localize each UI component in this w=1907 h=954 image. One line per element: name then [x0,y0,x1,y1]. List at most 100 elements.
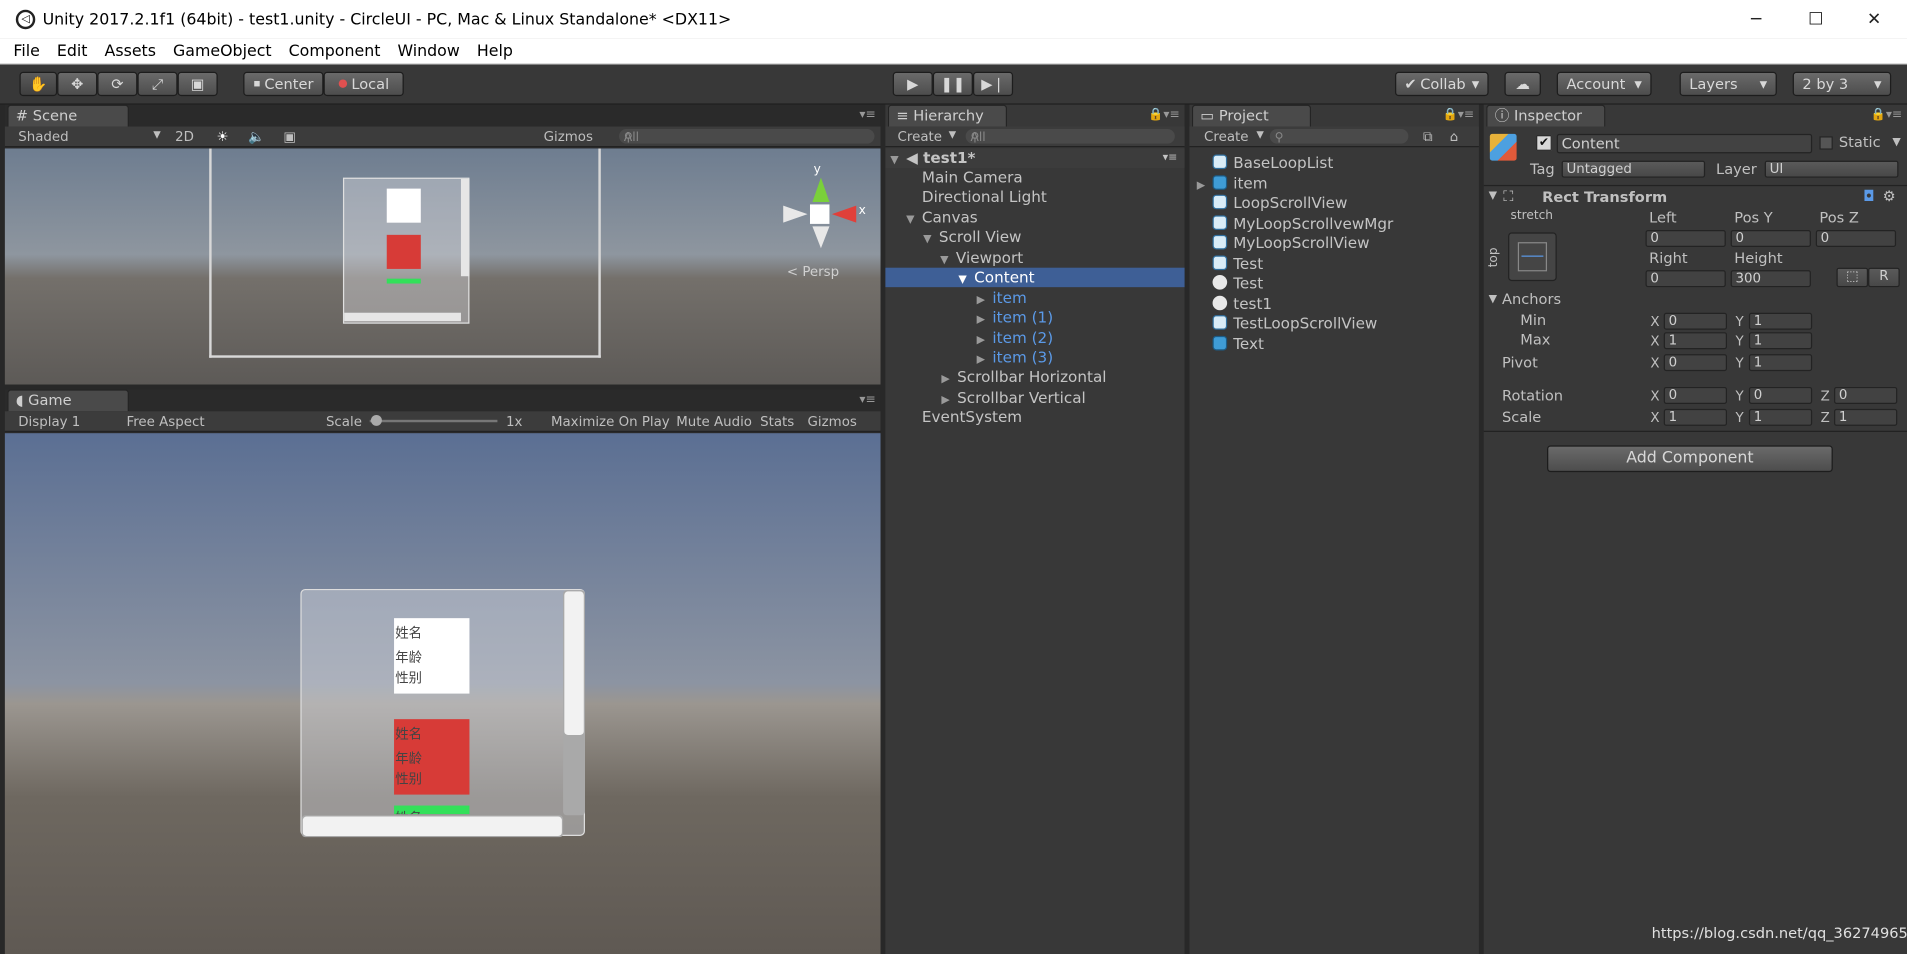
raw-edit-button[interactable]: R [1868,267,1900,288]
move-tool-button[interactable]: ✥ [57,71,98,97]
maximize-button[interactable]: ☐ [1787,0,1845,39]
scale-tool-button[interactable]: ⤢ [137,71,178,97]
rotation-x-field[interactable]: 0 [1663,386,1728,404]
height-field[interactable]: 300 [1730,270,1811,288]
menu-assets[interactable]: Assets [96,42,164,60]
hierarchy-create-dropdown[interactable]: Create [898,129,942,145]
tab-hierarchy[interactable]: ≡ Hierarchy [887,104,1008,127]
asset-item[interactable]: ▶ item [1197,174,1268,193]
filter-by-type-icon[interactable]: ⧉ [1423,129,1433,146]
asset-text[interactable]: Text [1212,335,1264,354]
tree-item-scrollbar-horizontal[interactable]: ▶ Scrollbar Horizontal [941,367,1106,386]
asset-loopscrollview[interactable]: LoopScrollView [1212,193,1347,212]
rotation-z-field[interactable]: 0 [1834,386,1898,404]
posz-field[interactable]: 0 [1815,229,1897,248]
step-button[interactable]: ▶❘ [972,71,1014,97]
component-gear-icon[interactable]: ⚙ [1883,187,1896,204]
close-button[interactable]: ✕ [1845,0,1903,39]
layout-dropdown[interactable]: 2 by 3 ▼ [1792,71,1892,97]
anchor-max-x-field[interactable]: 1 [1663,332,1728,350]
menu-help[interactable]: Help [468,42,521,60]
panel-menu-icon[interactable]: 🔒▾≡ [1871,108,1902,121]
static-dropdown-arrow-icon[interactable]: ▼ [1892,136,1900,148]
filter-by-label-icon[interactable]: ⌂ [1450,129,1458,145]
horizontal-scrollbar[interactable] [301,815,564,838]
persp-label[interactable]: < Persp [787,264,839,280]
game-viewport[interactable]: 姓名 年龄 性别 姓名 年龄 性别 姓名 [4,433,881,954]
effects-icon[interactable]: ▣ [283,129,296,145]
neg-y-axis-cone[interactable] [812,226,830,249]
account-dropdown[interactable]: Account ▼ [1556,71,1652,97]
asset-test1-scene[interactable]: test1 [1212,294,1272,313]
hierarchy-search-input[interactable]: ⚲ All [965,128,1175,145]
shading-dropdown[interactable]: Shaded [18,129,68,145]
audio-icon[interactable]: 🔈 [248,129,265,145]
scroll-view[interactable]: 姓名 年龄 性别 姓名 年龄 性别 姓名 [300,588,585,838]
project-create-dropdown[interactable]: Create [1204,129,1248,145]
asset-test-scene[interactable]: Test [1212,274,1263,293]
gizmo-center-cube[interactable] [809,204,830,224]
menu-edit[interactable]: Edit [48,42,96,60]
tree-item-canvas[interactable]: ▼ Canvas [906,208,978,227]
help-book-icon[interactable]: ◘ [1863,187,1875,204]
panel-menu-icon[interactable]: ▾≡ [859,108,875,121]
anchor-min-x-field[interactable]: 0 [1663,312,1728,330]
active-checkbox[interactable]: ✔ [1536,135,1552,151]
pivot-center-button[interactable]: ▪ Center [243,71,324,97]
project-search-input[interactable]: ⚲ [1269,128,1409,145]
tree-item-item-1[interactable]: ▶ item (1) [977,308,1054,327]
asset-testloopscrollview[interactable]: TestLoopScrollView [1212,314,1377,333]
scale-y-field[interactable]: 1 [1748,408,1813,426]
hand-tool-button[interactable]: ✋ [19,71,58,97]
layer-dropdown[interactable]: UI [1764,160,1899,178]
panel-menu-icon[interactable]: 🔒▾≡ [1148,108,1179,121]
menu-file[interactable]: File [5,42,48,60]
tree-item-scrollbar-vertical[interactable]: ▶ Scrollbar Vertical [941,388,1085,407]
y-axis-cone[interactable] [812,177,830,202]
asset-myloopscrollview[interactable]: MyLoopScrollView [1212,234,1370,253]
object-name-field[interactable]: Content [1556,133,1813,154]
tree-item-main-camera[interactable]: Main Camera [922,168,1023,187]
scale-slider-thumb[interactable] [370,414,382,426]
anchor-min-y-field[interactable]: 1 [1748,312,1813,330]
scene-orientation-gizmo[interactable]: y x [783,163,866,260]
scale-slider[interactable] [369,419,498,423]
panel-menu-icon[interactable]: ▾≡ [859,393,875,406]
left-field[interactable]: 0 [1645,229,1726,248]
static-checkbox[interactable] [1819,136,1833,150]
vertical-scrollbar-handle[interactable] [564,591,584,735]
tab-inspector[interactable]: ⓘ Inspector [1486,104,1606,127]
tab-project[interactable]: ▭ Project [1191,104,1312,127]
menu-gameobject[interactable]: GameObject [165,42,281,60]
scene-viewport[interactable]: y x < Persp [4,148,881,385]
scene-root-row[interactable]: ▼ ◀ test1* ▾≡ [885,148,1185,168]
display-dropdown[interactable]: Display 1 [18,414,80,430]
tree-item-directional-light[interactable]: Directional Light [922,187,1047,206]
tag-dropdown[interactable]: Untagged [1561,160,1706,178]
scale-x-field[interactable]: 1 [1663,408,1728,426]
posy-field[interactable]: 0 [1730,229,1811,248]
asset-test-script[interactable]: Test [1212,254,1263,273]
rotate-tool-button[interactable]: ⟳ [97,71,138,97]
add-component-button[interactable]: Add Component [1547,445,1833,473]
tree-item-item-3[interactable]: ▶ item (3) [977,348,1054,367]
scene-menu-icon[interactable]: ▾≡ [1163,148,1178,167]
tree-item-scroll-view[interactable]: ▼ Scroll View [923,228,1021,247]
neg-x-axis-cone[interactable] [783,205,808,223]
blueprint-mode-button[interactable]: ⬚ [1836,267,1869,288]
expand-arrow-icon[interactable]: ▼ [1489,293,1497,305]
tab-scene[interactable]: # Scene [7,104,129,127]
horizontal-scrollbar-handle[interactable] [302,816,562,836]
2d-toggle[interactable]: 2D [175,129,194,145]
right-field[interactable]: 0 [1645,270,1726,288]
mute-audio-toggle[interactable]: Mute Audio [676,414,752,430]
collab-dropdown[interactable]: ✔ Collab ▼ [1394,71,1489,97]
rect-tool-button[interactable]: ▣ [177,71,218,97]
cloud-button[interactable]: ☁ [1504,71,1541,97]
panel-menu-icon[interactable]: 🔒▾≡ [1443,108,1474,121]
expand-arrow-icon[interactable]: ▼ [1489,190,1497,202]
game-gizmos-dropdown[interactable]: Gizmos [808,414,857,430]
pivot-local-button[interactable]: ● Local [323,71,404,97]
maximize-on-play-toggle[interactable]: Maximize On Play [551,414,670,430]
tree-item-eventsystem[interactable]: EventSystem [922,408,1022,427]
